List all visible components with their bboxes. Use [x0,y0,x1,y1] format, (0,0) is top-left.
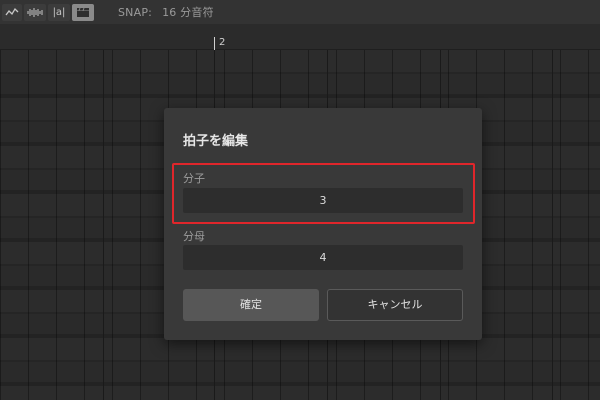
clapperboard-tool-button[interactable] [72,3,94,21]
toolbar: |a| SNAP: 16 分音符 [0,0,600,24]
timeline-ruler[interactable]: 2 [0,24,600,50]
edit-time-signature-dialog: 拍子を編集 分子 3 分母 4 確定 キャンセル [164,108,482,340]
curve-tool-button[interactable] [2,3,22,21]
text-label-tool-button[interactable]: |a| [48,3,70,21]
curve-icon [5,7,19,16]
confirm-button[interactable]: 確定 [183,289,319,321]
text-label-icon: |a| [52,6,66,18]
bar-marker [214,37,215,50]
cancel-button[interactable]: キャンセル [327,289,463,321]
snap-value: 16 分音符 [162,6,214,19]
waveform-icon [27,7,43,17]
highlight-box [172,163,475,224]
snap-label: SNAP: [118,6,153,19]
denominator-label: 分母 [183,230,205,243]
clapperboard-icon [77,7,89,17]
dialog-title: 拍子を編集 [183,134,249,149]
beat-line [552,50,553,400]
waveform-tool-button[interactable] [24,3,46,21]
beat-line [103,50,104,400]
bar-number: 2 [219,37,226,48]
denominator-field[interactable]: 4 [183,245,463,270]
snap-setting[interactable]: SNAP: 16 分音符 [118,4,214,20]
